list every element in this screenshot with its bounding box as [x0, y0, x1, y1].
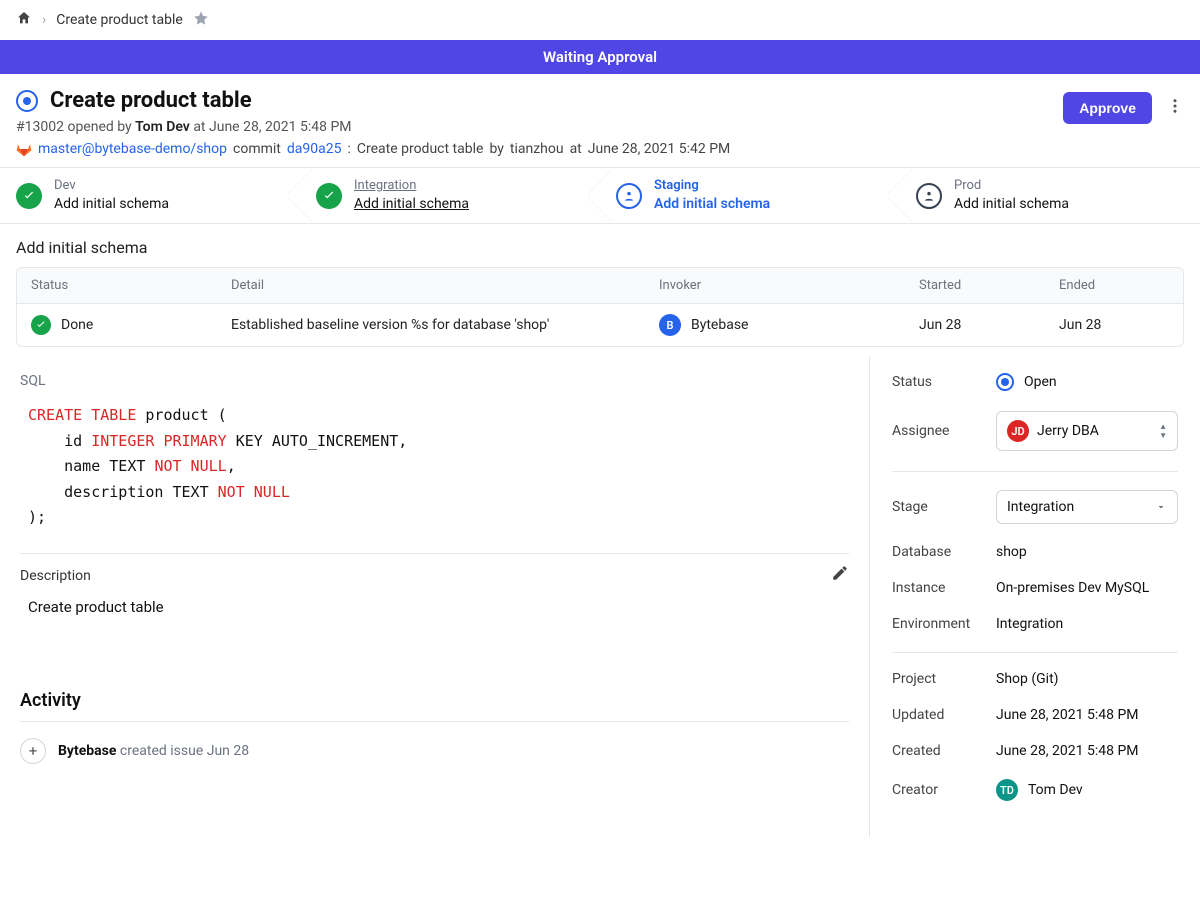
star-icon[interactable] [193, 10, 209, 30]
divider [20, 721, 849, 722]
more-options-icon[interactable] [1166, 97, 1184, 119]
commit-branch-link[interactable]: master@bytebase-demo/shop [38, 141, 227, 157]
th-detail: Detail [231, 278, 659, 293]
user-icon [916, 183, 942, 209]
updated-value: June 28, 2021 5:48 PM [996, 707, 1178, 723]
instance-value: On-premises Dev MySQL [996, 580, 1178, 596]
stage-staging[interactable]: StagingAdd initial schema [600, 168, 900, 223]
check-icon [31, 315, 51, 335]
open-status-icon [16, 90, 38, 112]
database-value: shop [996, 544, 1178, 560]
description-text: Create product table [20, 584, 849, 630]
creator-name: Tom Dev [1028, 782, 1083, 798]
commit-author: tianzhou [510, 141, 564, 157]
th-invoker: Invoker [659, 278, 919, 293]
stage-integration[interactable]: IntegrationAdd initial schema [300, 168, 600, 223]
main-panel: SQL CREATE TABLE product ( id INTEGER PR… [0, 357, 870, 837]
stage-select[interactable]: Integration [996, 490, 1178, 524]
open-status-icon [996, 373, 1014, 391]
approve-button[interactable]: Approve [1063, 92, 1152, 124]
th-status: Status [31, 278, 231, 293]
created-value: June 28, 2021 5:48 PM [996, 743, 1178, 759]
chevron-right-icon: › [42, 12, 46, 28]
approval-banner: Waiting Approval [0, 40, 1200, 74]
assignee-select[interactable]: JDJerry DBA ▲▼ [996, 411, 1178, 451]
stage-dev[interactable]: DevAdd initial schema [0, 168, 300, 223]
avatar: B [659, 314, 681, 336]
table-row: Done Established baseline version %s for… [17, 303, 1183, 346]
th-started: Started [919, 278, 1059, 293]
avatar: JD [1007, 420, 1029, 442]
issue-id: #13002 [16, 119, 64, 135]
chevron-down-icon [1155, 501, 1167, 513]
breadcrumb-page[interactable]: Create product table [56, 12, 183, 28]
home-icon[interactable] [16, 10, 32, 30]
commit-time: June 28, 2021 5:42 PM [588, 141, 731, 157]
check-icon [316, 183, 342, 209]
commit-message: Create product table [357, 141, 484, 157]
commit-hash-link[interactable]: da90a25 [287, 141, 342, 157]
sql-label: SQL [20, 373, 849, 389]
activity-entry: + Bytebase created issue Jun 28 [20, 738, 849, 764]
project-value: Shop (Git) [996, 671, 1178, 687]
breadcrumb: › Create product table [0, 0, 1200, 40]
task-run-table: Status Detail Invoker Started Ended Done… [16, 267, 1184, 347]
side-panel: Status Open Assignee JDJerry DBA ▲▼ Stag… [870, 357, 1200, 837]
issue-header: Create product table #13002 opened by To… [0, 74, 1200, 163]
gitlab-icon [16, 141, 32, 157]
environment-value: Integration [996, 616, 1178, 632]
sql-code: CREATE TABLE product ( id INTEGER PRIMAR… [20, 403, 849, 543]
task-title: Add initial schema [0, 224, 1200, 267]
user-icon [616, 183, 642, 209]
check-icon [16, 183, 42, 209]
issue-author[interactable]: Tom Dev [135, 119, 190, 135]
select-chevrons-icon: ▲▼ [1159, 423, 1167, 440]
issue-opened-time: June 28, 2021 5:48 PM [209, 119, 352, 135]
activity-label: Activity [20, 690, 849, 711]
pipeline-stages: DevAdd initial schema IntegrationAdd ini… [0, 167, 1200, 224]
th-ended: Ended [1059, 278, 1169, 293]
avatar: TD [996, 779, 1018, 801]
stage-prod[interactable]: ProdAdd initial schema [900, 168, 1200, 223]
plus-icon: + [20, 738, 46, 764]
issue-title: Create product table [50, 88, 252, 113]
description-label: Description [20, 568, 849, 584]
edit-icon[interactable] [831, 564, 849, 586]
